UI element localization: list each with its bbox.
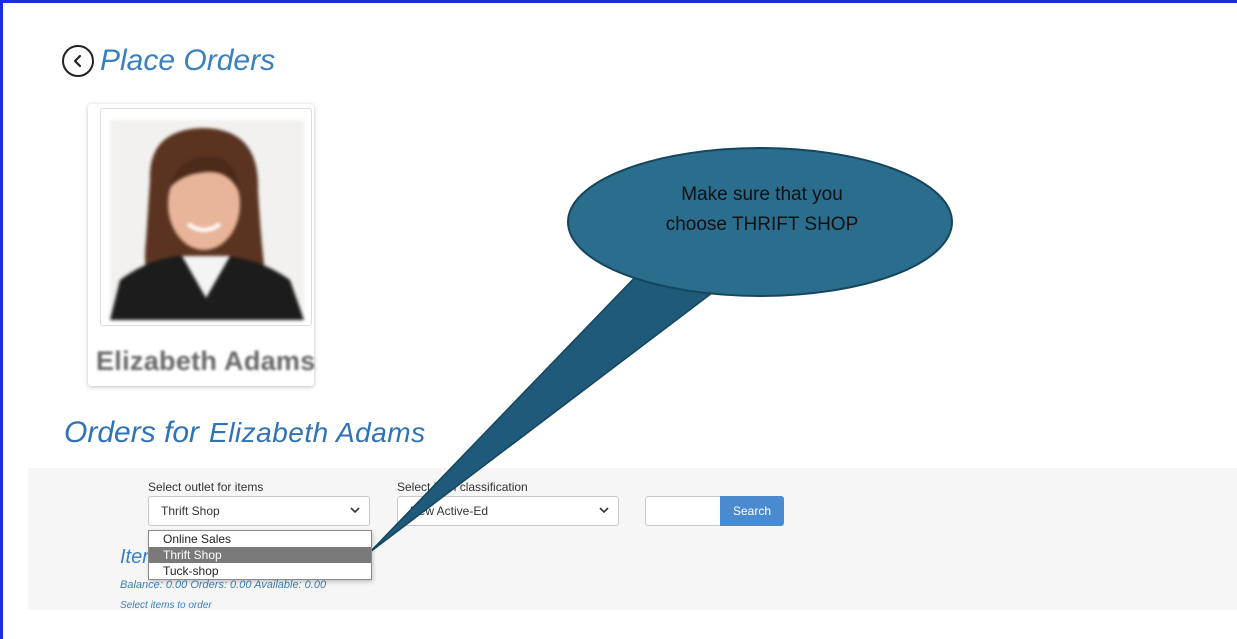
outlet-dropdown-list: Online Sales Thrift Shop Tuck-shop <box>148 530 372 580</box>
callout-text: Make sure that you choose THRIFT SHOP <box>582 180 942 240</box>
dropdown-option-thrift-shop[interactable]: Thrift Shop <box>149 547 371 563</box>
callout-line-2: choose THRIFT SHOP <box>665 214 859 235</box>
callout-line-1: Make sure that you <box>681 184 843 205</box>
dropdown-option-online-sales[interactable]: Online Sales <box>149 531 371 547</box>
dropdown-option-tuck-shop[interactable]: Tuck-shop <box>149 563 371 579</box>
